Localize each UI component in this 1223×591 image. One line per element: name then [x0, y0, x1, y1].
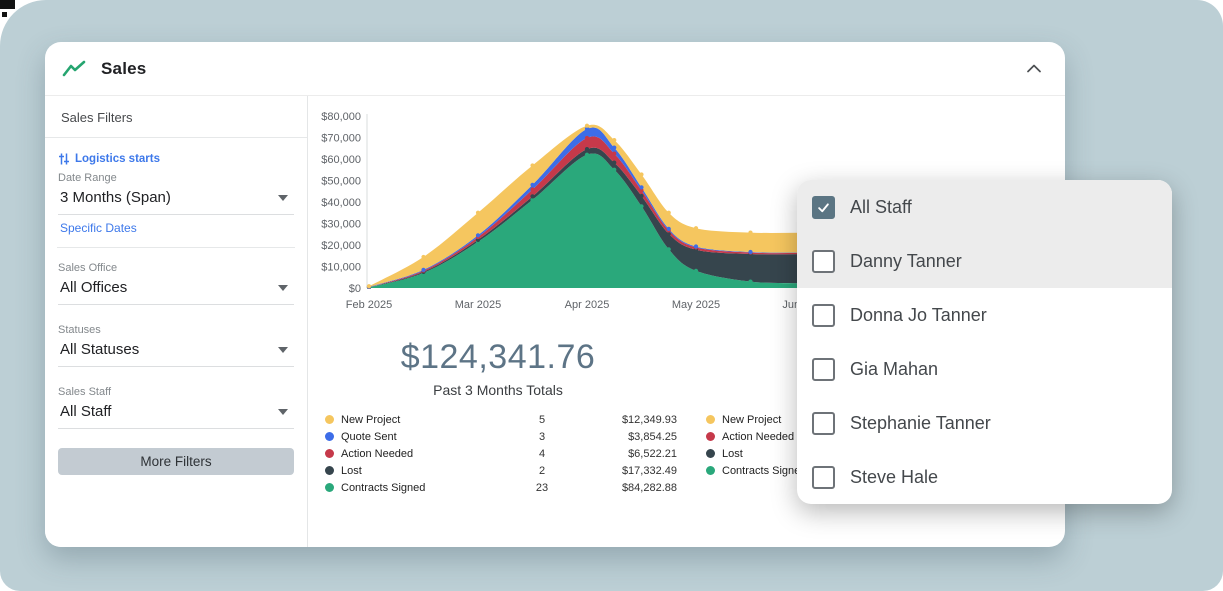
svg-text:$50,000: $50,000 [321, 176, 361, 188]
svg-text:$40,000: $40,000 [321, 197, 361, 209]
svg-text:Feb 2025: Feb 2025 [346, 299, 392, 311]
svg-text:$0: $0 [349, 283, 361, 295]
sales-office-value: All Offices [60, 279, 127, 296]
legend-count: 3 [517, 431, 567, 443]
date-range-select[interactable]: 3 Months (Span) [58, 187, 294, 215]
legend-row: Quote Sent 3 $3,854.25 [325, 428, 677, 445]
page-title: Sales [101, 59, 146, 79]
specific-dates-link[interactable]: Specific Dates [58, 215, 139, 247]
screen-artifact [0, 0, 15, 9]
legend-label: Action Needed [341, 448, 517, 460]
staff-option-label: Donna Jo Tanner [850, 305, 987, 326]
screen-artifact [2, 12, 7, 17]
legend-count: 23 [517, 482, 567, 494]
logistics-starts-link[interactable]: Logistics starts [58, 153, 294, 165]
staff-option-donna-jo-tanner[interactable]: Donna Jo Tanner [797, 288, 1172, 342]
svg-text:$30,000: $30,000 [321, 219, 361, 231]
legend-dot [706, 449, 715, 458]
legend-row: Lost 2 $17,332.49 [325, 462, 677, 479]
svg-text:$60,000: $60,000 [321, 154, 361, 166]
legend-label: New Project [341, 414, 517, 426]
sales-staff-dropdown: All Staff Danny Tanner Donna Jo Tanner G… [797, 180, 1172, 504]
svg-text:$70,000: $70,000 [321, 133, 361, 145]
staff-option-steve-hale[interactable]: Steve Hale [797, 450, 1172, 504]
svg-text:Apr 2025: Apr 2025 [565, 299, 610, 311]
svg-text:Mar 2025: Mar 2025 [455, 299, 501, 311]
checkmark-icon [816, 200, 831, 215]
legend-row: New Project 5 $12,349.93 [325, 411, 677, 428]
legend-count: 2 [517, 465, 567, 477]
svg-text:$10,000: $10,000 [321, 262, 361, 274]
svg-text:May 2025: May 2025 [672, 299, 720, 311]
legend-dot [325, 432, 334, 441]
sales-office-select[interactable]: All Offices [58, 277, 294, 305]
legend-dot [325, 449, 334, 458]
checkbox[interactable] [812, 466, 835, 489]
caret-down-icon [278, 347, 288, 353]
filters-header: Sales Filters [45, 96, 307, 138]
sales-staff-select[interactable]: All Staff [58, 401, 294, 429]
checkbox[interactable] [812, 196, 835, 219]
checkbox[interactable] [812, 412, 835, 435]
legend-count: 5 [517, 414, 567, 426]
legend-count: 4 [517, 448, 567, 460]
total-subtitle: Past 3 Months Totals [323, 382, 673, 398]
chevron-up-icon [1027, 64, 1041, 73]
legend-label: Contracts Signed [341, 482, 517, 494]
card-header: Sales [45, 42, 1065, 96]
legend-amount: $17,332.49 [567, 465, 677, 477]
svg-text:$80,000: $80,000 [321, 111, 361, 123]
staff-option-all-staff[interactable]: All Staff [797, 180, 1172, 234]
caret-down-icon [278, 409, 288, 415]
statuses-value: All Statuses [60, 341, 139, 358]
legend-dot [325, 415, 334, 424]
staff-option-label: All Staff [850, 197, 912, 218]
statuses-select[interactable]: All Statuses [58, 339, 294, 367]
legend-dot [325, 466, 334, 475]
totals-summary: $124,341.76 Past 3 Months Totals [323, 338, 673, 398]
sales-filters-panel: Sales Filters Logistics starts Date Rang… [45, 96, 308, 547]
staff-option-label: Steve Hale [850, 467, 938, 488]
staff-option-label: Stephanie Tanner [850, 413, 991, 434]
legend-amount: $12,349.93 [567, 414, 677, 426]
legend-dot [325, 483, 334, 492]
staff-option-label: Danny Tanner [850, 251, 962, 272]
legend-row: Action Needed 4 $6,522.21 [325, 445, 677, 462]
sales-staff-label: Sales Staff [58, 386, 294, 398]
total-amount: $124,341.76 [323, 338, 673, 377]
statuses-label: Statuses [58, 324, 294, 336]
legend-label: Quote Sent [341, 431, 517, 443]
svg-text:$20,000: $20,000 [321, 240, 361, 252]
checkbox[interactable] [812, 304, 835, 327]
legend-amount: $84,282.88 [567, 482, 677, 494]
sales-staff-value: All Staff [60, 403, 111, 420]
legend-row: Contracts Signed 23 $84,282.88 [325, 479, 677, 496]
more-filters-button[interactable]: More Filters [58, 448, 294, 475]
staff-option-danny-tanner[interactable]: Danny Tanner [797, 234, 1172, 288]
staff-option-gia-mahan[interactable]: Gia Mahan [797, 342, 1172, 396]
staff-option-label: Gia Mahan [850, 359, 938, 380]
sales-office-label: Sales Office [58, 262, 294, 274]
legend-label: Lost [341, 465, 517, 477]
checkbox[interactable] [812, 250, 835, 273]
chart-legend: New Project 5 $12,349.93 Quote Sent 3 $3… [325, 411, 677, 496]
legend-amount: $6,522.21 [567, 448, 677, 460]
caret-down-icon [278, 195, 288, 201]
staff-option-stephanie-tanner[interactable]: Stephanie Tanner [797, 396, 1172, 450]
legend-amount: $3,854.25 [567, 431, 677, 443]
date-range-value: 3 Months (Span) [60, 189, 171, 206]
divider [57, 247, 295, 248]
date-range-label: Date Range [58, 172, 294, 184]
legend-dot [706, 415, 715, 424]
legend-dot [706, 432, 715, 441]
legend-dot [706, 466, 715, 475]
tune-icon [58, 153, 70, 165]
trend-line-icon [62, 60, 86, 78]
logistics-starts-label: Logistics starts [75, 153, 160, 165]
checkbox[interactable] [812, 358, 835, 381]
caret-down-icon [278, 285, 288, 291]
collapse-button[interactable] [1023, 61, 1045, 77]
